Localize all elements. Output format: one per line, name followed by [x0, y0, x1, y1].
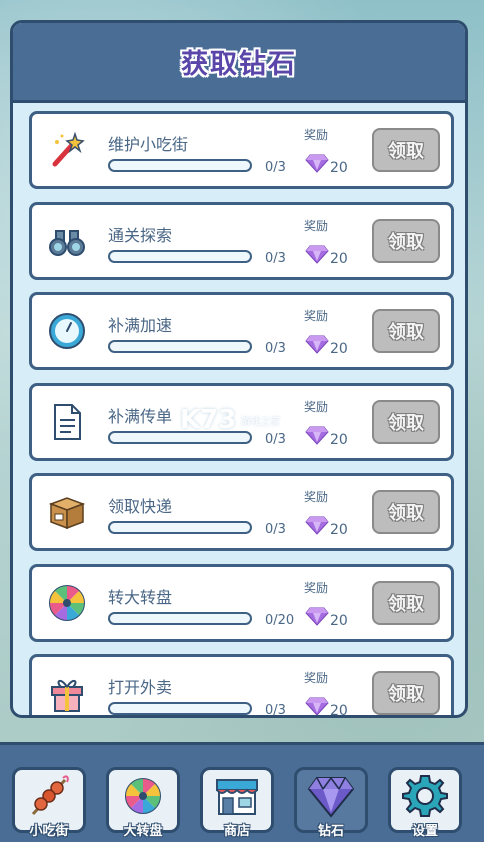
claim-button[interactable]: 领取 [372, 580, 440, 625]
task-card: 补满加速 0/3 奖励 20 领取 [29, 292, 454, 370]
document-icon [46, 401, 88, 443]
claim-button[interactable]: 领取 [372, 309, 440, 353]
diamond-icon [305, 606, 329, 626]
tab-label: 钻石 [317, 824, 344, 839]
reward-label: 奖励 [304, 128, 329, 142]
diamond-icon [305, 244, 329, 264]
reward-amount: 20 [330, 612, 348, 629]
task-progress-bar [108, 611, 252, 625]
reward-label: 奖励 [304, 309, 329, 323]
get-diamonds-panel: 获取钻石 维护小吃街 0/3 奖励 20 领取 通关探索 0/3 奖励 20 领取 补满加速 0/3 奖… [10, 20, 468, 718]
claim-button[interactable]: 领取 [372, 218, 440, 263]
task-progress-bar [108, 521, 252, 534]
tab-label: 大转盘 [123, 824, 163, 839]
task-progress-bar [108, 340, 252, 353]
task-progress-bar [108, 159, 252, 172]
reward-amount: 20 [330, 703, 348, 718]
diamond-icon [305, 696, 329, 715]
task-card: 领取快递 0/3 奖励 20 领取 [29, 473, 454, 551]
diamond-icon [305, 334, 329, 354]
task-card: 转大转盘 0/20 奖励 20 领取 [29, 563, 454, 642]
watermark: K73 游戏之家 [180, 400, 310, 440]
task-card: 打开外卖 0/3 奖励 20 领取 [29, 654, 454, 718]
watermark-text: 游戏之家 [240, 416, 281, 428]
claim-button[interactable]: 领取 [372, 128, 440, 172]
claim-button[interactable]: 领取 [372, 490, 440, 534]
task-progress-bar [108, 702, 252, 715]
binoculars-icon [46, 220, 88, 262]
task-card: 通关探索 0/3 奖励 20 领取 [29, 201, 454, 280]
reward-amount: 20 [330, 341, 348, 357]
claim-button[interactable]: 领取 [372, 671, 440, 715]
task-progress-bar [108, 249, 252, 263]
tab-gear[interactable]: 设置 [388, 767, 462, 839]
task-name: 领取快递 [108, 497, 173, 516]
claim-button[interactable]: 领取 [372, 399, 440, 444]
gift-icon [46, 672, 88, 714]
shop-icon [203, 772, 271, 820]
tab-wheel[interactable]: 大转盘 [106, 767, 180, 839]
wheel-icon [46, 582, 88, 624]
reward-label: 奖励 [304, 490, 329, 504]
reward-label: 奖励 [304, 671, 329, 685]
task-name: 补满加速 [108, 316, 173, 335]
reward-amount: 20 [330, 431, 348, 448]
reward-amount: 20 [330, 522, 348, 538]
task-card: 维护小吃街 0/3 奖励 20 领取 [29, 111, 454, 189]
task-name: 通关探索 [108, 225, 173, 245]
task-name: 维护小吃街 [108, 135, 189, 154]
tab-shop[interactable]: 商店 [200, 767, 274, 839]
package-icon [46, 491, 88, 533]
diamond-icon [305, 153, 329, 173]
bottom-nav: 小吃街 大转盘 商店 钻石 设置 [0, 742, 484, 842]
task-name: 转大转盘 [108, 587, 173, 607]
tab-diamond[interactable]: 钻石 [294, 767, 368, 839]
wheel-icon [109, 772, 177, 820]
skewer-icon [15, 772, 83, 820]
diamond-icon [297, 772, 365, 820]
task-progress-text: 0/20 [265, 612, 295, 628]
watermark-logo: K73 [180, 405, 237, 435]
task-name: 打开外卖 [108, 678, 173, 697]
diamond-icon [305, 515, 329, 535]
clock-icon [46, 310, 88, 352]
tab-label: 小吃街 [29, 824, 69, 839]
reward-amount: 20 [330, 160, 348, 176]
task-progress-text: 0/3 [265, 160, 286, 175]
tab-label: 设置 [411, 824, 438, 839]
reward-amount: 20 [330, 250, 348, 267]
gear-icon [391, 772, 459, 820]
reward-label: 奖励 [304, 580, 329, 595]
tab-skewer[interactable]: 小吃街 [12, 767, 86, 839]
task-name: 补满传单 [108, 406, 173, 426]
panel-title: 获取钻石 [181, 49, 297, 80]
task-progress-text: 0/3 [265, 522, 286, 537]
task-progress-text: 0/3 [265, 703, 286, 718]
panel-header: 获取钻石 [13, 23, 465, 103]
reward-label: 奖励 [304, 218, 329, 233]
magic-wand-icon [46, 129, 88, 171]
task-progress-text: 0/3 [265, 250, 286, 266]
tab-label: 商店 [223, 824, 250, 839]
task-progress-text: 0/3 [265, 341, 286, 356]
